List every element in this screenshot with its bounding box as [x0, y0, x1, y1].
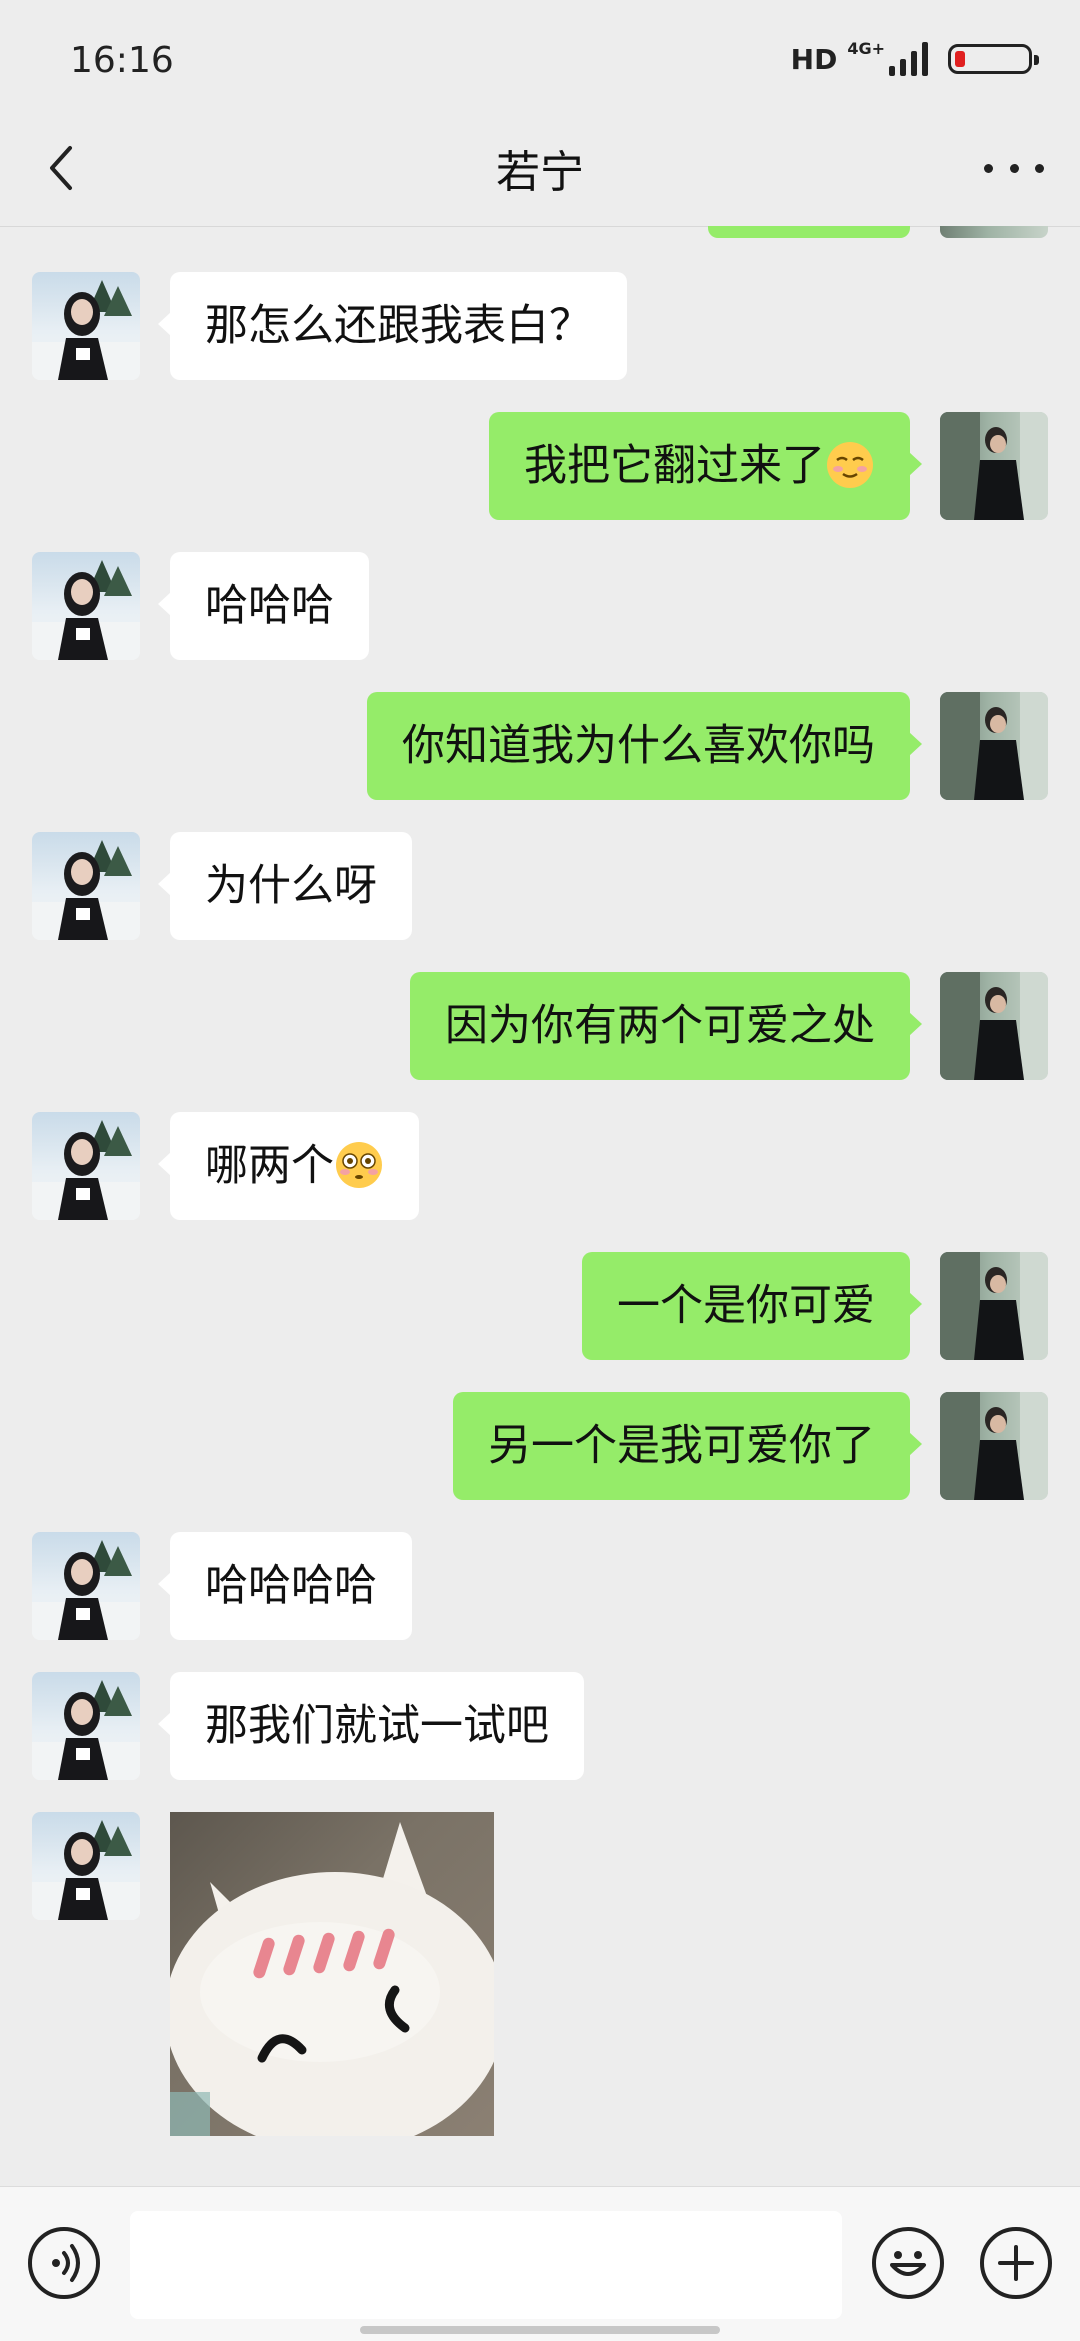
more-dots-icon[interactable] [984, 146, 1044, 190]
flushed-face-emoji [336, 1141, 382, 1188]
message-text: 我把它翻过来了 [524, 441, 825, 491]
avatar-me-partial [940, 226, 1048, 238]
message-text: 哪两个 [205, 1141, 334, 1191]
hd-indicator: HD [790, 42, 838, 76]
input-bar [0, 2186, 1080, 2341]
message-bubble[interactable]: 哈哈哈哈 [158, 1532, 412, 1640]
avatar-contact[interactable] [32, 552, 140, 660]
message-text: 哈哈哈哈 [205, 1561, 377, 1611]
message-bubble[interactable]: 你知道我为什么喜欢你吗 [367, 692, 922, 800]
avatar-me[interactable] [940, 1252, 1048, 1360]
emoji-icon[interactable] [872, 2227, 944, 2299]
voice-icon[interactable] [28, 2227, 100, 2299]
message-bubble[interactable]: 我把它翻过来了 [489, 412, 922, 520]
message-bubble[interactable]: 哈哈哈 [158, 552, 369, 660]
avatar-me[interactable] [940, 412, 1048, 520]
message-bubble[interactable]: 为什么呀 [158, 832, 412, 940]
message-text: 哈哈哈 [205, 581, 334, 631]
message-bubble[interactable]: 哪两个 [158, 1112, 419, 1220]
avatar-me[interactable] [940, 1392, 1048, 1500]
avatar-contact[interactable] [32, 1112, 140, 1220]
partial-message-bubble [708, 226, 910, 238]
message-text: 一个是你可爱 [617, 1281, 875, 1331]
message-list[interactable]: 那怎么还跟我表白？ 我把它翻过来了 哈哈哈 你知道我为什么喜欢你吗 为什么呀 因… [0, 226, 1080, 2186]
avatar-contact[interactable] [32, 1672, 140, 1780]
message-bubble[interactable]: 一个是你可爱 [582, 1252, 922, 1360]
message-input[interactable] [130, 2211, 842, 2319]
avatar-contact[interactable] [32, 272, 140, 380]
chat-title: 若宁 [496, 147, 584, 198]
signal-icon [889, 42, 928, 76]
smiling-blush-emoji [827, 441, 873, 488]
avatar-contact[interactable] [32, 832, 140, 940]
network-type: 4G+ [847, 39, 885, 58]
home-indicator[interactable] [360, 2326, 720, 2334]
status-time: 16:16 [70, 40, 174, 81]
message-bubble[interactable]: 那怎么还跟我表白？ [158, 272, 627, 380]
message-text: 因为你有两个可爱之处 [445, 1001, 875, 1051]
message-text: 那我们就试一试吧 [205, 1701, 549, 1751]
message-text: 另一个是我可爱你了 [488, 1421, 875, 1471]
chat-header: 若宁 [0, 110, 1080, 227]
avatar-contact[interactable] [32, 1532, 140, 1640]
message-text: 那怎么还跟我表白？ [205, 301, 592, 351]
avatar-me[interactable] [940, 692, 1048, 800]
message-text: 为什么呀 [205, 861, 377, 911]
message-text: 你知道我为什么喜欢你吗 [402, 721, 875, 771]
avatar-me[interactable] [940, 972, 1048, 1080]
message-bubble[interactable]: 因为你有两个可爱之处 [410, 972, 922, 1080]
blushing-white-cat-sticker[interactable] [170, 1812, 494, 2136]
message-bubble[interactable]: 另一个是我可爱你了 [453, 1392, 922, 1500]
status-icons: HD 4G+ [790, 39, 1039, 76]
avatar-contact[interactable] [32, 1812, 140, 1920]
plus-icon[interactable] [980, 2227, 1052, 2299]
battery-icon [948, 44, 1039, 74]
message-bubble[interactable]: 那我们就试一试吧 [158, 1672, 584, 1780]
